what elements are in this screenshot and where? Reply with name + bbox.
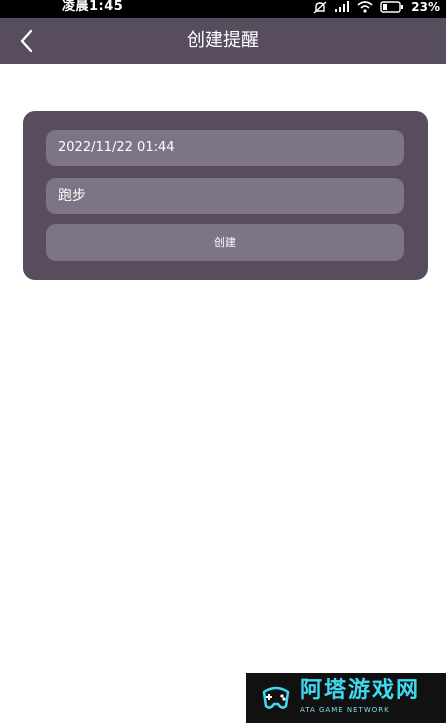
reminder-form-card: 2022/11/22 01:44 跑步 创建 [23, 111, 428, 280]
battery-percent: 23% [411, 0, 440, 14]
battery-icon [380, 1, 404, 13]
watermark: 阿塔游戏网 ATA GAME NETWORK [246, 673, 446, 723]
gamepad-logo-icon [262, 686, 290, 709]
watermark-subtitle: ATA GAME NETWORK [300, 706, 390, 714]
create-button[interactable]: 创建 [46, 224, 404, 261]
wifi-icon [357, 1, 373, 13]
signal-icon [334, 1, 350, 13]
mute-bell-icon [313, 0, 327, 14]
status-icons: 23% [313, 0, 440, 14]
status-time: 凌晨1:45 [62, 0, 124, 14]
reminder-content-field[interactable]: 跑步 [46, 178, 404, 214]
page-title: 创建提醒 [187, 30, 259, 51]
app-header: 创建提醒 [0, 18, 446, 64]
datetime-field[interactable]: 2022/11/22 01:44 [46, 130, 404, 166]
watermark-brand: 阿塔游戏网 [300, 678, 421, 703]
status-bar: 凌晨1:45 23% [0, 0, 446, 18]
